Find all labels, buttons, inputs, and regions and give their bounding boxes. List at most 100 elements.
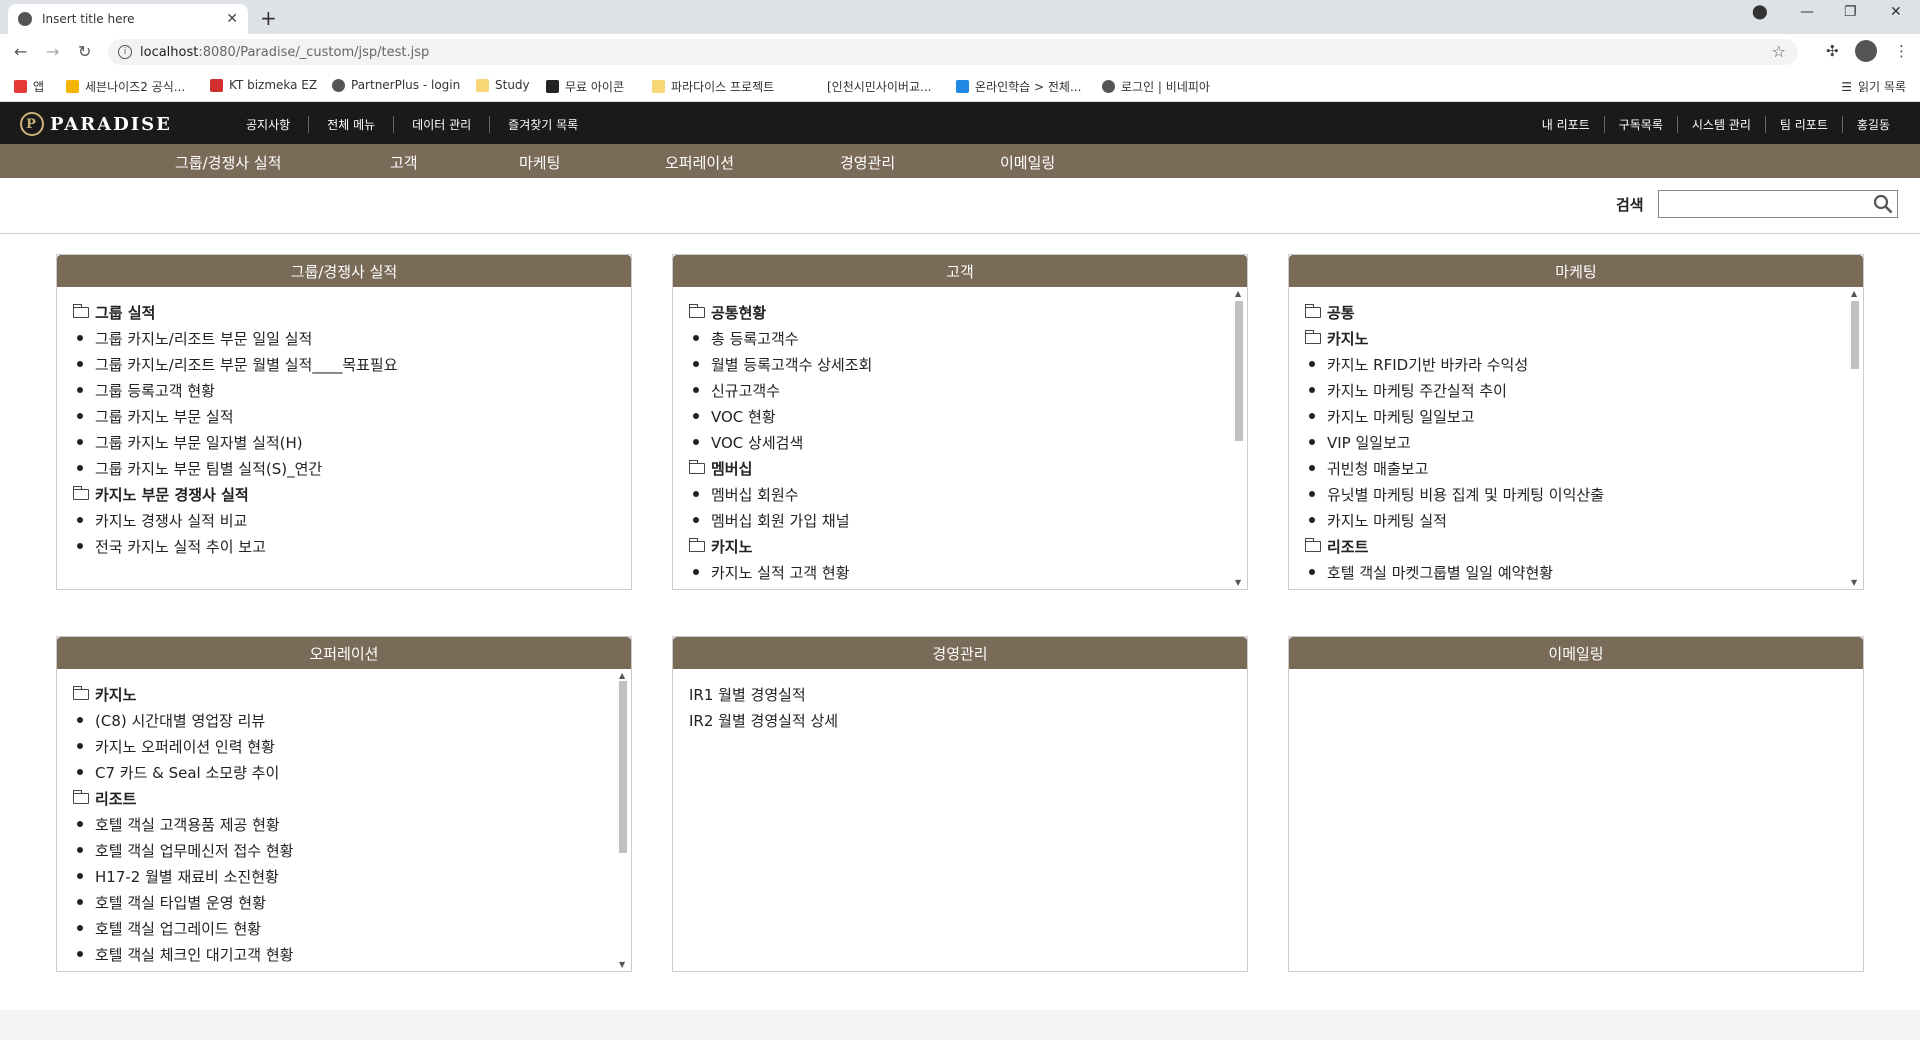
minimize-button[interactable]: —	[1800, 4, 1814, 20]
avatar[interactable]	[1855, 40, 1877, 62]
folder-item[interactable]: 공통현황	[688, 299, 1231, 325]
report-link[interactable]: 호텔 객실 타입별 운영 현황	[73, 889, 615, 915]
report-link[interactable]: 그룹 카지노 부문 일자별 실적(H)	[73, 429, 615, 455]
folder-item[interactable]: 멤버십	[688, 455, 1231, 481]
scroll-down-icon[interactable]: ▼	[619, 960, 625, 969]
folder-item[interactable]: 카지노	[72, 681, 615, 707]
scroll-down-icon[interactable]: ▼	[1235, 578, 1241, 587]
nav-operation[interactable]: 오퍼레이션	[665, 152, 734, 173]
star-icon[interactable]: ☆	[1772, 42, 1786, 61]
bookmark-item[interactable]: KT bizmeka EZ	[210, 78, 317, 92]
report-link[interactable]: 그룹 카지노 부문 실적	[73, 403, 615, 429]
scroll-thumb[interactable]	[1235, 301, 1243, 441]
folder-item[interactable]: 리조트	[1304, 533, 1847, 559]
close-icon[interactable]: ✕	[226, 11, 238, 27]
reading-list-button[interactable]: ☰ 읽기 목록	[1841, 78, 1906, 95]
folder-item[interactable]: 리조트	[72, 785, 615, 811]
report-link[interactable]: 멤버십 회원 가입 채널	[689, 507, 1231, 533]
folder-item[interactable]: 카지노	[1304, 325, 1847, 351]
top-menu-favorites[interactable]: 즐겨찾기 목록	[489, 116, 596, 133]
bookmark-item[interactable]: [인천시민사이버교...	[808, 78, 931, 95]
user-name[interactable]: 홍길동	[1841, 116, 1890, 133]
report-link[interactable]: C7 카드 & Seal 소모량 추이	[73, 759, 615, 785]
bookmark-item[interactable]: 세븐나이즈2 공식...	[66, 78, 185, 95]
report-link[interactable]: 카지노 마케팅 일일보고	[1305, 403, 1847, 429]
bookmark-item[interactable]: PartnerPlus - login	[332, 78, 460, 92]
extensions-icon[interactable]: ✣	[1826, 42, 1839, 60]
user-menu-system[interactable]: 시스템 관리	[1676, 116, 1765, 133]
folder-item[interactable]: 카지노 부문 경쟁사 실적	[72, 481, 615, 507]
scroll-down-icon[interactable]: ▼	[1851, 578, 1857, 587]
info-icon[interactable]: i	[118, 45, 132, 59]
top-menu-notice[interactable]: 공지사항	[246, 116, 308, 133]
report-link[interactable]: 카지노 마케팅 실적	[1305, 507, 1847, 533]
scroll-thumb[interactable]	[619, 681, 627, 853]
report-link[interactable]: 호텔 객실 업무메신저 접수 현황	[73, 837, 615, 863]
report-link[interactable]: 전국 카지노 실적 추이 보고	[73, 533, 615, 559]
window-close-button[interactable]: ✕	[1890, 4, 1902, 20]
paradise-logo[interactable]: P PARADISE	[20, 112, 172, 136]
report-link[interactable]: 호텔 객실 체크인 대기고객 현황	[73, 941, 615, 967]
bookmark-apps[interactable]: 앱	[14, 78, 44, 95]
panel-scrollbar[interactable]: ▲ ▼	[617, 671, 629, 969]
bookmark-item[interactable]: 로그인 | 비네피아	[1102, 78, 1210, 95]
report-link[interactable]: 그룹 카지노/리조트 부문 일일 실적	[73, 325, 615, 351]
report-link[interactable]: 카지노 경쟁사 실적 비교	[73, 507, 615, 533]
report-link[interactable]: 그룹 카지노/리조트 부문 월별 실적____목표필요	[73, 351, 615, 377]
panel-scrollbar[interactable]: ▲ ▼	[1849, 289, 1861, 587]
report-link[interactable]: 멤버십 회원수	[689, 481, 1231, 507]
bookmark-item[interactable]: 무료 아이콘	[546, 78, 624, 95]
report-link[interactable]: 귀빈청 매출보고	[1305, 455, 1847, 481]
report-link[interactable]: 유닛별 마케팅 비용 집계 및 마케팅 이익산출	[1305, 481, 1847, 507]
folder-item[interactable]: 카지노	[688, 533, 1231, 559]
back-icon[interactable]: ←	[14, 42, 27, 61]
profile-menu-icon[interactable]: ⬤	[1752, 4, 1768, 20]
maximize-button[interactable]: ❐	[1844, 4, 1857, 20]
top-menu-all[interactable]: 전체 메뉴	[308, 116, 393, 133]
folder-item[interactable]: 공통	[1304, 299, 1847, 325]
report-link[interactable]: 카지노 오퍼레이션 인력 현황	[73, 733, 615, 759]
url-input[interactable]: i localhost:8080/Paradise/_custom/jsp/te…	[108, 39, 1798, 65]
report-link[interactable]: 총 등록고객수	[689, 325, 1231, 351]
report-link[interactable]: VOC 현황	[689, 403, 1231, 429]
new-tab-button[interactable]: +	[260, 6, 277, 30]
report-link[interactable]: 호텔 객실 업그레이드 현황	[73, 915, 615, 941]
report-link[interactable]: VIP 일일보고	[1305, 429, 1847, 455]
nav-group-performance[interactable]: 그룹/경쟁사 실적	[175, 152, 281, 173]
forward-icon[interactable]: →	[46, 42, 59, 61]
report-link[interactable]: 호텔 객실 고객용품 제공 현황	[73, 811, 615, 837]
browser-tab[interactable]: Insert title here ✕	[8, 4, 248, 34]
report-link[interactable]: 신규고객수	[689, 377, 1231, 403]
user-menu-subscriptions[interactable]: 구독목록	[1603, 116, 1677, 133]
scroll-up-icon[interactable]: ▲	[1851, 289, 1857, 298]
panel-scrollbar[interactable]: ▲ ▼	[1233, 289, 1245, 587]
report-link[interactable]: 그룹 카지노 부문 팀별 실적(S)_연간	[73, 455, 615, 481]
nav-marketing[interactable]: 마케팅	[519, 152, 560, 173]
report-link[interactable]: 호텔 객실 마켓그룹별 일일 예약현황	[1305, 559, 1847, 585]
bookmark-folder[interactable]: 파라다이스 프로젝트	[652, 78, 774, 95]
report-link[interactable]: 카지노 RFID기반 바카라 수익성	[1305, 351, 1847, 377]
scroll-up-icon[interactable]: ▲	[619, 671, 625, 680]
report-link[interactable]: 카지노 마케팅 주간실적 추이	[1305, 377, 1847, 403]
nav-management[interactable]: 경영관리	[840, 152, 895, 173]
report-link[interactable]: VOC 상세검색	[689, 429, 1231, 455]
more-menu-icon[interactable]: ⋮	[1894, 42, 1909, 60]
scroll-up-icon[interactable]: ▲	[1235, 289, 1241, 298]
report-link[interactable]: H17-2 월별 재료비 소진현황	[73, 863, 615, 889]
bookmark-item[interactable]: 온라인학습 > 전체...	[956, 78, 1081, 95]
user-menu-my-report[interactable]: 내 리포트	[1528, 116, 1604, 133]
report-link[interactable]: 카지노 실적 고객 현황	[689, 559, 1231, 585]
nav-emailing[interactable]: 이메일링	[1000, 152, 1055, 173]
report-link[interactable]: IR1 월별 경영실적	[689, 681, 1231, 707]
report-link[interactable]: 월별 등록고객수 상세조회	[689, 351, 1231, 377]
report-link[interactable]: (C8) 시간대별 영업장 리뷰	[73, 707, 615, 733]
scroll-thumb[interactable]	[1851, 301, 1859, 369]
bookmark-folder[interactable]: Study	[476, 78, 530, 92]
folder-item[interactable]: 그룹 실적	[72, 299, 615, 325]
nav-customer[interactable]: 고객	[390, 152, 418, 173]
top-menu-data[interactable]: 데이터 관리	[393, 116, 489, 133]
report-link[interactable]: 그룹 등록고객 현황	[73, 377, 615, 403]
reload-icon[interactable]: ↻	[78, 42, 91, 61]
user-menu-team-report[interactable]: 팀 리포트	[1764, 116, 1842, 133]
search-input[interactable]	[1658, 190, 1898, 218]
